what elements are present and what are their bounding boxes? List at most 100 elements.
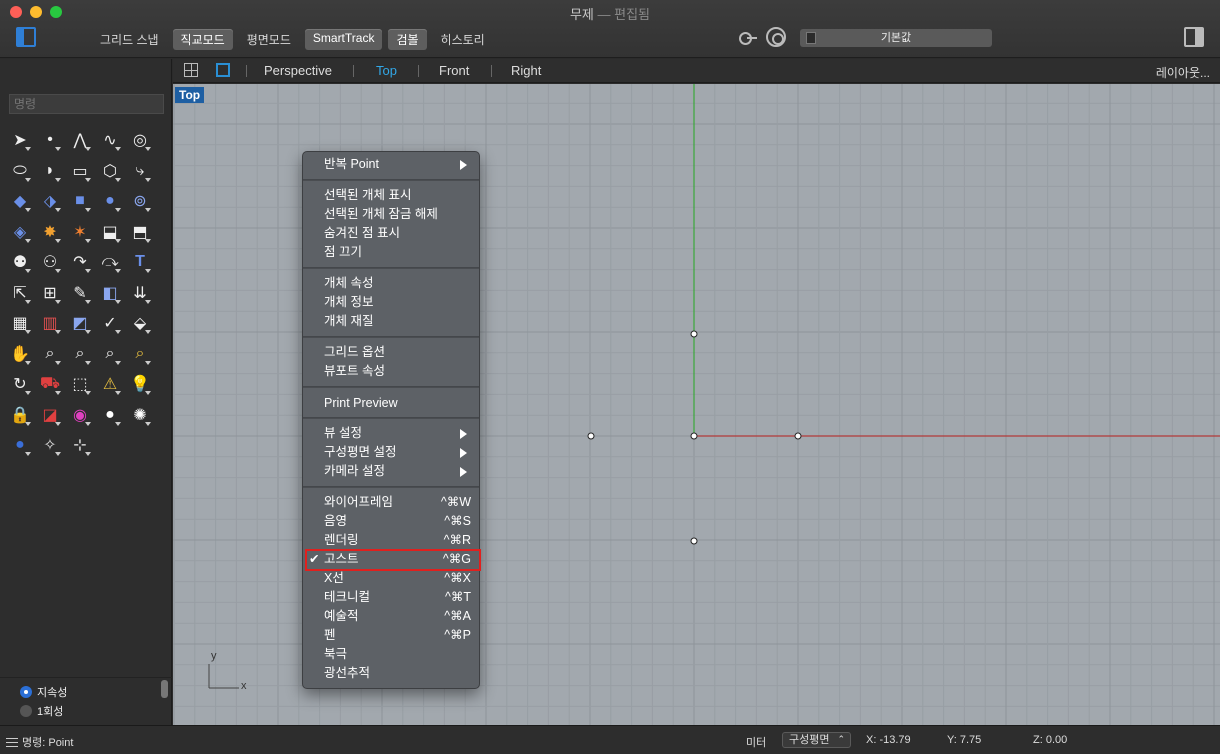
move-tool-icon[interactable]: ⇱ <box>5 278 35 308</box>
control-point[interactable] <box>690 432 698 440</box>
smarttrack-toggle[interactable]: SmartTrack <box>304 29 383 50</box>
edit-tool-icon[interactable]: ✎ <box>65 278 95 308</box>
grid-snap-toggle[interactable]: 그리드 스냅 <box>92 29 167 50</box>
menu-item-print-preview[interactable]: Print Preview <box>303 394 479 413</box>
menu-item-object-info[interactable]: 개체 정보 <box>303 293 479 312</box>
layout-button[interactable]: 레이아웃... <box>1156 64 1210 81</box>
surface-tool-icon[interactable]: ◆ <box>5 186 35 216</box>
gumball-toggle[interactable]: 검볼 <box>388 29 427 50</box>
menu-item-show-selected[interactable]: 선택된 개체 표시 <box>303 186 479 205</box>
offset-tool-icon[interactable]: ⤼ <box>95 247 125 277</box>
material-tool-icon[interactable]: ◪ <box>35 400 65 430</box>
curve-tool-icon[interactable]: ∿ <box>95 125 125 155</box>
lock-tool-icon[interactable]: 🔒 <box>5 400 35 430</box>
car-tool-icon[interactable]: ⛟ <box>35 369 65 399</box>
distribute-tool-icon[interactable]: ⊹ <box>65 430 95 460</box>
analyze-tool-icon[interactable]: ⬙ <box>125 308 155 338</box>
menu-item-pen[interactable]: 펜 ^⌘P <box>303 626 479 645</box>
osnap-persistent-option[interactable]: 지속성 <box>20 684 67 700</box>
white-sphere-tool-icon[interactable]: ● <box>95 400 125 430</box>
menu-item-viewport-properties[interactable]: 뷰포트 속성 <box>303 362 479 381</box>
menu-item-xray[interactable]: X선 ^⌘X <box>303 569 479 588</box>
cylinder-tool-icon[interactable]: ⊚ <box>125 186 155 216</box>
control-point[interactable] <box>690 537 698 545</box>
control-point[interactable] <box>794 432 802 440</box>
ellipse-tool-icon[interactable]: ⬭ <box>5 156 35 186</box>
light-tool-icon[interactable]: 💡 <box>125 369 155 399</box>
box-tool-icon[interactable]: ■ <box>65 186 95 216</box>
zoom-extents-tool-icon[interactable]: ⌕ <box>95 339 125 369</box>
environment-tool-icon[interactable]: ✺ <box>125 400 155 430</box>
target-icon[interactable] <box>766 27 786 47</box>
polyline-tool-icon[interactable]: ⋀ <box>65 125 95 155</box>
menu-item-show-hidden-points[interactable]: 숨겨진 점 표시 <box>303 224 479 243</box>
pan-tool-icon[interactable]: ✋ <box>5 339 35 369</box>
point-tool-icon[interactable]: • <box>35 125 65 155</box>
menu-item-arctic[interactable]: 북극 <box>303 645 479 664</box>
four-viewports-icon[interactable] <box>184 63 198 77</box>
mesh-tool-icon[interactable]: ◈ <box>5 217 35 247</box>
explode-tool-icon[interactable]: ✶ <box>65 217 95 247</box>
toggle-left-panel-icon[interactable] <box>16 27 36 47</box>
group-tool-icon[interactable]: ⚉ <box>5 247 35 277</box>
menu-item-shaded[interactable]: 음영 ^⌘S <box>303 512 479 531</box>
dimension-tool-icon[interactable]: ▥ <box>35 308 65 338</box>
cube-tool-icon[interactable]: ◧ <box>95 278 125 308</box>
ungroup-tool-icon[interactable]: ⚇ <box>35 247 65 277</box>
command-input[interactable] <box>9 94 164 114</box>
control-point[interactable] <box>587 432 595 440</box>
project-tool-icon[interactable]: ⇊ <box>125 278 155 308</box>
cplane-select[interactable]: 구성평면 <box>782 732 851 748</box>
zoom-window-tool-icon[interactable]: ⌕ <box>65 339 95 369</box>
menu-item-cplane-settings[interactable]: 구성평면 설정 <box>303 443 479 462</box>
arc-tool-icon[interactable]: ◗ <box>35 156 65 186</box>
sidebar-scrollbar[interactable] <box>161 680 168 698</box>
menu-item-repeat-point[interactable]: 반복 Point <box>303 155 479 174</box>
tab-top[interactable]: Top <box>376 63 397 78</box>
rebuild-tool-icon[interactable]: ↷ <box>65 247 95 277</box>
menu-item-wireframe[interactable]: 와이어프레임 ^⌘W <box>303 493 479 512</box>
command-history-icon[interactable] <box>6 737 18 747</box>
units-label[interactable]: 미터 <box>746 734 766 750</box>
rectangle-tool-icon[interactable]: ▭ <box>65 156 95 186</box>
circle-tool-icon[interactable]: ◎ <box>125 125 155 155</box>
tab-perspective[interactable]: Perspective <box>264 63 332 78</box>
fillet-curve-tool-icon[interactable]: ⤷ <box>125 156 155 186</box>
layer-tool-icon[interactable]: ◩ <box>65 308 95 338</box>
rotate-view-tool-icon[interactable]: ↻ <box>5 369 35 399</box>
check-tool-icon[interactable]: ✓ <box>95 308 125 338</box>
render-tool-icon[interactable]: ● <box>5 430 35 460</box>
spotlight-tool-icon[interactable]: ✧ <box>35 430 65 460</box>
zoom-tool-icon[interactable]: ⌕ <box>35 339 65 369</box>
select-tool-icon[interactable]: ➤ <box>5 125 35 155</box>
trim-tool-icon[interactable]: ⬒ <box>125 217 155 247</box>
history-toggle[interactable]: 히스토리 <box>433 29 493 50</box>
color-wheel-tool-icon[interactable]: ◉ <box>65 400 95 430</box>
viewport-label[interactable]: Top <box>175 87 205 103</box>
menu-item-grid-options[interactable]: 그리드 옵션 <box>303 343 479 362</box>
sphere-tool-icon[interactable]: ● <box>95 186 125 216</box>
menu-item-points-off[interactable]: 점 끄기 <box>303 243 479 262</box>
menu-item-technical[interactable]: 테크니컬 ^⌘T <box>303 588 479 607</box>
warning-tool-icon[interactable]: ⚠ <box>95 369 125 399</box>
menu-item-artistic[interactable]: 예술적 ^⌘A <box>303 607 479 626</box>
grid-array-tool-icon[interactable]: ▦ <box>5 308 35 338</box>
menu-item-view-settings[interactable]: 뷰 설정 <box>303 424 479 443</box>
osnap-once-option[interactable]: 1회성 <box>20 703 63 719</box>
polygon-tool-icon[interactable]: ⬡ <box>95 156 125 186</box>
array-tool-icon[interactable]: ⊞ <box>35 278 65 308</box>
boolean-tool-icon[interactable]: ✸ <box>35 217 65 247</box>
command-prompt[interactable]: 명령: Point <box>6 734 73 750</box>
menu-item-rendered[interactable]: 렌더링 ^⌘R <box>303 531 479 550</box>
toggle-right-panel-icon[interactable] <box>1184 27 1204 47</box>
single-viewport-icon[interactable] <box>216 63 230 77</box>
zoom-selected-tool-icon[interactable]: ⌕ <box>125 339 155 369</box>
tab-front[interactable]: Front <box>439 63 469 78</box>
gumball-icon[interactable] <box>738 27 758 47</box>
current-layer-select[interactable]: 기본값 <box>800 29 992 47</box>
ortho-toggle[interactable]: 직교모드 <box>172 29 233 50</box>
plane-tool-icon[interactable]: ⬚ <box>65 369 95 399</box>
menu-item-unlock-selected[interactable]: 선택된 개체 잠금 해제 <box>303 205 479 224</box>
tab-right[interactable]: Right <box>511 63 541 78</box>
menu-item-raytraced[interactable]: 광선추적 <box>303 664 479 683</box>
